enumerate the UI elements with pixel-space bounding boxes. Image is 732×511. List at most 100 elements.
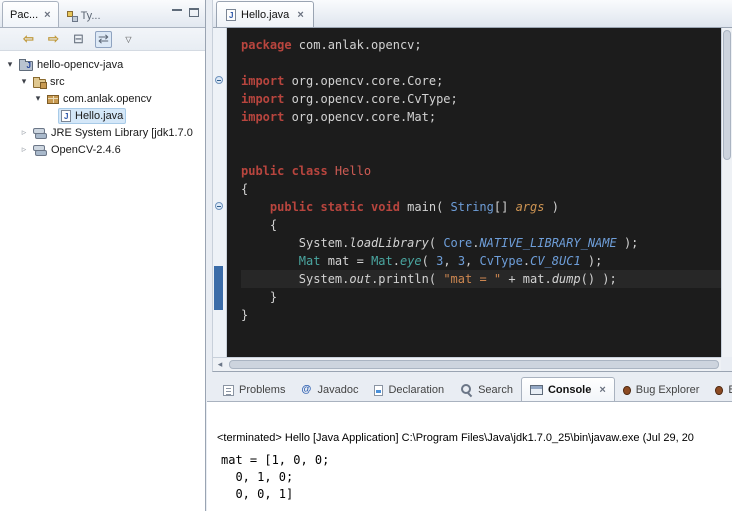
tree-item-com-anlak-opencv[interactable]: ▾ com.anlak.opencv: [0, 90, 205, 107]
code-token: eye: [400, 254, 422, 268]
code-token: ,: [465, 254, 479, 268]
console-output[interactable]: mat = [1, 0, 0; 0, 1, 0; 0, 0, 1]: [221, 452, 732, 503]
bug-icon: [623, 386, 631, 395]
code-line[interactable]: System.loadLibrary( Core.NATIVE_LIBRARY_…: [241, 234, 721, 252]
code-line[interactable]: [241, 126, 721, 144]
view-tab-bug-explorer[interactable]: Bug Explorer: [615, 379, 708, 401]
code-token: org.opencv.core.Core;: [284, 74, 443, 88]
view-tab-pac[interactable]: Pac...: [2, 1, 59, 27]
code-token: NATIVE_LIBRARY_NAME: [479, 236, 616, 250]
tree-item-hello-opencv-java[interactable]: ▾hello-opencv-java: [0, 56, 205, 73]
tree-item-label: com.anlak.opencv: [63, 93, 152, 105]
code-token: 3: [458, 254, 465, 268]
code-token: dump: [552, 272, 581, 286]
code-line[interactable]: [241, 144, 721, 162]
view-tab-console[interactable]: Console: [521, 377, 615, 401]
search-icon: [460, 384, 473, 396]
view-menu-icon[interactable]: ▽: [120, 31, 137, 48]
forward-icon[interactable]: ⇨: [45, 31, 62, 48]
expand-arrow-icon[interactable]: ▹: [18, 144, 30, 155]
view-tab-javadoc[interactable]: Javadoc: [293, 379, 366, 401]
code-token: println: [378, 272, 429, 286]
fold-collapse-icon[interactable]: [215, 76, 223, 84]
editor-tab-hello-java[interactable]: Hello.java: [216, 1, 314, 27]
code-token: public static void: [270, 200, 400, 214]
view-tab-label: Declaration: [388, 384, 444, 396]
view-tab-search[interactable]: Search: [452, 379, 521, 401]
java-project-icon: [19, 61, 33, 71]
code-token: out: [349, 272, 371, 286]
scroll-left-icon[interactable]: [213, 359, 227, 370]
view-tab-label: Problems: [239, 384, 285, 396]
vertical-scrollbar[interactable]: [721, 28, 732, 357]
code-token: loadLibrary: [349, 236, 428, 250]
code-token: .: [393, 254, 400, 268]
view-tab-label: Bug Explorer: [636, 384, 700, 396]
view-tab-ty[interactable]: Ty...: [59, 4, 108, 27]
code-token: "mat = ": [443, 272, 501, 286]
code-line[interactable]: public class Hello: [241, 162, 721, 180]
code-line[interactable]: {: [241, 216, 721, 234]
close-icon[interactable]: [44, 10, 50, 20]
view-tab-label: Javadoc: [317, 384, 358, 396]
tree-item-content: com.anlak.opencv: [44, 91, 155, 107]
scrollbar-thumb[interactable]: [723, 30, 731, 160]
code-line[interactable]: Mat mat = Mat.eye( 3, 3, CvType.CV_8UC1 …: [241, 252, 721, 270]
left-view-tabbar: Pac...Ty...: [0, 0, 205, 28]
code-line[interactable]: System.out.println( "mat = " + mat.dump(…: [241, 270, 721, 288]
editor-tabbar: Hello.java: [213, 0, 732, 28]
code-token: public class: [241, 164, 328, 178]
code-token: args: [516, 200, 545, 214]
left-view-tabs: Pac...Ty...: [0, 0, 108, 27]
library-icon: [33, 144, 47, 156]
view-tab-problems[interactable]: Problems: [215, 379, 293, 401]
close-icon[interactable]: [297, 10, 303, 20]
code-line[interactable]: }: [241, 306, 721, 324]
code-token: }: [241, 308, 248, 322]
collapse-all-icon[interactable]: ⊟: [70, 31, 87, 48]
maximize-icon[interactable]: [189, 8, 199, 17]
collapse-arrow-icon[interactable]: ▾: [18, 76, 30, 87]
code-token: );: [581, 254, 603, 268]
code-token: System.: [241, 272, 349, 286]
code-line[interactable]: public static void main( String[] args ): [241, 198, 721, 216]
view-tab-bug[interactable]: Bug: [707, 379, 732, 401]
minimize-icon[interactable]: [172, 8, 182, 17]
tree-item-src[interactable]: ▾src: [0, 73, 205, 90]
link-with-editor-icon[interactable]: ⇄: [95, 31, 112, 48]
code-line[interactable]: [241, 54, 721, 72]
view-tab-declaration[interactable]: Declaration: [366, 379, 452, 401]
scrollbar-thumb[interactable]: [229, 360, 719, 369]
code-line[interactable]: {: [241, 180, 721, 198]
back-icon[interactable]: ⇦: [20, 31, 37, 48]
collapse-arrow-icon[interactable]: ▾: [32, 93, 44, 104]
view-tab-label: Console: [548, 384, 591, 396]
tree-item-label: Hello.java: [75, 110, 123, 122]
package-explorer-view: Pac...Ty... ⇦⇨⊟⇄▽ ▾hello-opencv-java▾src…: [0, 0, 206, 511]
editor-body: package com.anlak.opencv; import org.open…: [213, 28, 721, 357]
tree-item-jre-system-library-jdk1-7-0[interactable]: ▹JRE System Library [jdk1.7.0: [0, 124, 205, 141]
code-line[interactable]: import org.opencv.core.Core;: [241, 72, 721, 90]
bottom-view-area: Problems Javadoc Declaration Search Console B…: [207, 376, 732, 511]
tree-item-hello-java[interactable]: Hello.java: [0, 107, 205, 124]
collapse-arrow-icon[interactable]: ▾: [4, 59, 16, 70]
project-tree: ▾hello-opencv-java▾src▾com.anlak.opencvH…: [0, 51, 205, 158]
code-token: {: [241, 218, 277, 232]
expand-arrow-icon[interactable]: ▹: [18, 127, 30, 138]
tree-item-content: hello-opencv-java: [16, 57, 126, 73]
package-icon: [47, 95, 59, 104]
code-line[interactable]: package com.anlak.opencv;: [241, 36, 721, 54]
code-editor[interactable]: package com.anlak.opencv; import org.open…: [227, 28, 721, 357]
source-folder-icon: [33, 79, 46, 88]
tree-item-content: Hello.java: [58, 108, 126, 124]
code-line[interactable]: import org.opencv.core.Mat;: [241, 108, 721, 126]
code-line[interactable]: import org.opencv.core.CvType;: [241, 90, 721, 108]
bug-icon: [715, 386, 723, 395]
tree-item-opencv-2-4-6[interactable]: ▹OpenCV-2.4.6: [0, 141, 205, 158]
horizontal-scrollbar[interactable]: [213, 357, 721, 371]
code-token: {: [241, 182, 248, 196]
close-icon[interactable]: [599, 385, 605, 395]
code-token: );: [617, 236, 639, 250]
code-line[interactable]: }: [241, 288, 721, 306]
fold-collapse-icon[interactable]: [215, 202, 223, 210]
